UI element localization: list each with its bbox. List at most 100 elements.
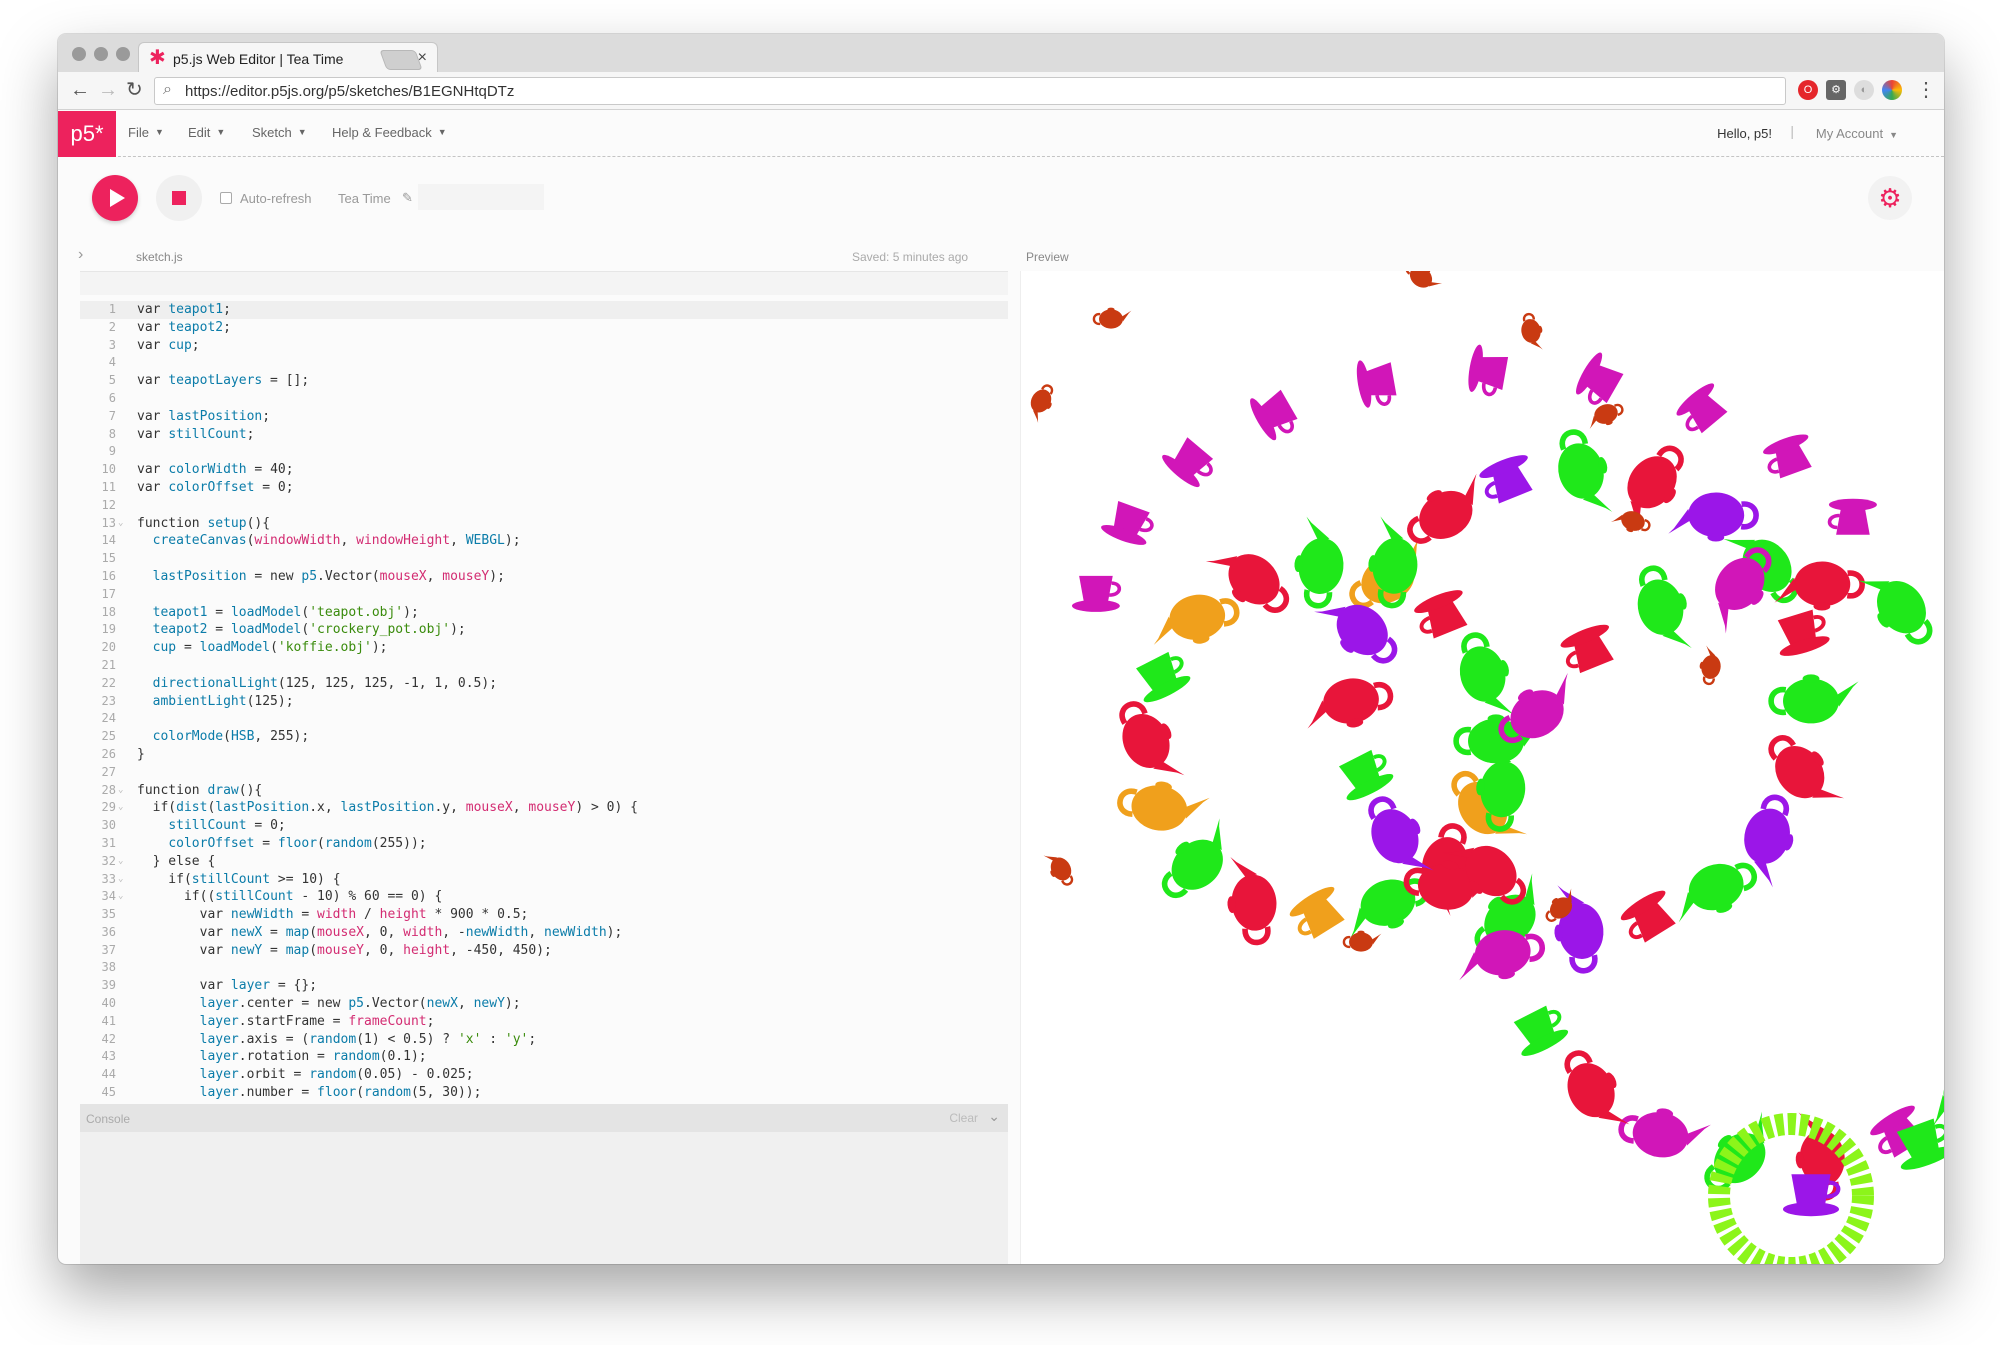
url-input[interactable]: ⌕ https://editor.p5js.org/p5/sketches/B1… xyxy=(154,77,1786,105)
menu-file[interactable]: File▼ xyxy=(128,125,164,140)
code-line[interactable]: 34⌄ if((stillCount - 10) % 60 == 0) { xyxy=(80,888,1008,906)
code-line[interactable]: 28⌄function draw(){ xyxy=(80,782,1008,800)
code-line[interactable]: 31 colorOffset = floor(random(255)); xyxy=(80,835,1008,853)
preview-canvas[interactable] xyxy=(1021,271,1944,1264)
small-teapot-shape xyxy=(1610,505,1652,538)
code-token: = xyxy=(254,836,277,851)
code-line[interactable]: 9 xyxy=(80,443,1008,461)
code-line[interactable]: 2var teapot2; xyxy=(80,319,1008,337)
code-line[interactable]: 43 layer.rotation = random(0.1); xyxy=(80,1048,1008,1066)
code-line[interactable]: 36 var newX = map(mouseX, 0, width, -new… xyxy=(80,924,1008,942)
menu-edit[interactable]: Edit▼ xyxy=(188,125,225,140)
code-line[interactable]: 44 layer.orbit = random(0.05) - 0.025; xyxy=(80,1066,1008,1084)
project-name[interactable]: Tea Time xyxy=(338,191,391,206)
account-menu[interactable]: My Account▼ xyxy=(1816,126,1898,141)
project-name-input[interactable] xyxy=(418,184,544,210)
code-line[interactable]: 21 xyxy=(80,657,1008,675)
back-icon[interactable]: ← xyxy=(70,79,90,101)
code-line[interactable]: 3var cup; xyxy=(80,337,1008,355)
code-line[interactable]: 19 teapot2 = loadModel('crockery_pot.obj… xyxy=(80,621,1008,639)
code-line[interactable]: 33⌄ if(stillCount >= 10) { xyxy=(80,871,1008,889)
fold-chevron-icon[interactable]: ⌄ xyxy=(118,515,123,533)
code-line[interactable]: 20 cup = loadModel('koffie.obj'); xyxy=(80,639,1008,657)
browser-menu-icon[interactable]: ⋮ xyxy=(1916,79,1936,101)
reload-icon[interactable]: ↻ xyxy=(126,79,143,101)
console-header: Console Clear ⌄ xyxy=(80,1104,1008,1132)
line-number: 42 xyxy=(80,1031,116,1049)
code-line[interactable]: 13⌄function setup(){ xyxy=(80,515,1008,533)
close-window-icon[interactable] xyxy=(72,47,86,61)
forward-icon[interactable]: → xyxy=(98,79,118,101)
fold-chevron-icon[interactable]: ⌄ xyxy=(118,853,123,871)
code-line[interactable]: 29⌄ if(dist(lastPosition.x, lastPosition… xyxy=(80,799,1008,817)
sketch-preview[interactable] xyxy=(1020,271,1944,1264)
fold-chevron-icon[interactable]: ⌄ xyxy=(118,871,123,889)
code-line[interactable]: 18 teapot1 = loadModel('teapot.obj'); xyxy=(80,604,1008,622)
console-clear-button[interactable]: Clear xyxy=(949,1111,978,1125)
code-line[interactable]: 26} xyxy=(80,746,1008,764)
opera-extension-icon[interactable]: O xyxy=(1798,80,1818,100)
code-text: var teapot1; xyxy=(137,301,231,319)
code-line[interactable]: 5var teapotLayers = []; xyxy=(80,372,1008,390)
code-line[interactable]: 11var colorOffset = 0; xyxy=(80,479,1008,497)
code-lines[interactable]: 1var teapot1;2var teapot2;3var cup;45var… xyxy=(80,301,1008,1103)
code-line[interactable]: 35 var newWidth = width / height * 900 *… xyxy=(80,906,1008,924)
zoom-window-icon[interactable] xyxy=(116,47,130,61)
settings-button[interactable]: ⚙ xyxy=(1868,176,1912,220)
code-line[interactable]: 40 layer.center = new p5.Vector(newX, ne… xyxy=(80,995,1008,1013)
code-line[interactable]: 10var colorWidth = 40; xyxy=(80,461,1008,479)
code-line[interactable]: 15 xyxy=(80,550,1008,568)
new-tab-button[interactable] xyxy=(379,50,422,70)
code-line[interactable]: 22 directionalLight(125, 125, 125, -1, 1… xyxy=(80,675,1008,693)
code-line[interactable]: 32⌄ } else { xyxy=(80,853,1008,871)
code-line[interactable]: 1var teapot1; xyxy=(80,301,1008,319)
code-token: mouseY xyxy=(317,943,364,958)
code-line[interactable]: 12 xyxy=(80,497,1008,515)
code-line[interactable]: 37 var newY = map(mouseY, 0, height, -45… xyxy=(80,942,1008,960)
fold-chevron-icon[interactable]: ⌄ xyxy=(118,888,123,906)
auto-refresh-checkbox[interactable] xyxy=(220,192,232,204)
code-line[interactable]: 8var stillCount; xyxy=(80,426,1008,444)
dev-extension-icon[interactable]: ⚙ xyxy=(1826,80,1846,100)
fold-chevron-icon[interactable]: ⌄ xyxy=(118,799,123,817)
code-token: = 0; xyxy=(254,480,293,495)
pencil-icon[interactable]: ✎ xyxy=(402,190,413,206)
play-button[interactable] xyxy=(92,175,138,221)
code-line[interactable]: 25 colorMode(HSB, 255); xyxy=(80,728,1008,746)
code-line[interactable]: 38 xyxy=(80,959,1008,977)
teapot-shape xyxy=(1668,492,1756,543)
code-line[interactable]: 42 layer.axis = (random(1) < 0.5) ? 'x' … xyxy=(80,1031,1008,1049)
stop-button[interactable] xyxy=(156,175,202,221)
minimize-window-icon[interactable] xyxy=(94,47,108,61)
code-line[interactable]: 17 xyxy=(80,586,1008,604)
code-line[interactable]: 46 layer.color = color((floor(random(col… xyxy=(80,1102,1008,1103)
code-token xyxy=(137,676,153,691)
code-line[interactable]: 27 xyxy=(80,764,1008,782)
menu-help[interactable]: Help & Feedback▼ xyxy=(332,125,447,140)
code-line[interactable]: 41 layer.startFrame = frameCount; xyxy=(80,1013,1008,1031)
color-extension-icon[interactable] xyxy=(1882,80,1902,100)
line-number: 27 xyxy=(80,764,116,782)
code-text: var stillCount; xyxy=(137,426,254,444)
chevron-down-icon[interactable]: ⌄ xyxy=(988,1108,1000,1125)
toggle-extension-icon[interactable]: ◐ xyxy=(1854,80,1874,100)
fold-chevron-icon[interactable]: ⌄ xyxy=(118,782,123,800)
code-text: var newY = map(mouseY, 0, height, -450, … xyxy=(137,942,552,960)
code-line[interactable]: 30 stillCount = 0; xyxy=(80,817,1008,835)
code-line[interactable]: 4 xyxy=(80,354,1008,372)
code-token: teapotLayers xyxy=(168,373,262,388)
code-token: random xyxy=(325,836,372,851)
code-line[interactable]: 45 layer.number = floor(random(5, 30)); xyxy=(80,1084,1008,1102)
p5-logo[interactable]: p5* xyxy=(58,111,116,157)
sidebar-expand-icon[interactable]: › xyxy=(78,246,83,264)
line-number: 17 xyxy=(80,586,116,604)
menu-sketch[interactable]: Sketch▼ xyxy=(252,125,307,140)
code-line[interactable]: 14 createCanvas(windowWidth, windowHeigh… xyxy=(80,532,1008,550)
code-line[interactable]: 7var lastPosition; xyxy=(80,408,1008,426)
code-editor[interactable]: 1var teapot1;2var teapot2;3var cup;45var… xyxy=(80,271,1008,1103)
code-line[interactable]: 23 ambientLight(125); xyxy=(80,693,1008,711)
code-line[interactable]: 39 var layer = {}; xyxy=(80,977,1008,995)
code-line[interactable]: 24 xyxy=(80,710,1008,728)
code-line[interactable]: 16 lastPosition = new p5.Vector(mouseX, … xyxy=(80,568,1008,586)
code-line[interactable]: 6 xyxy=(80,390,1008,408)
